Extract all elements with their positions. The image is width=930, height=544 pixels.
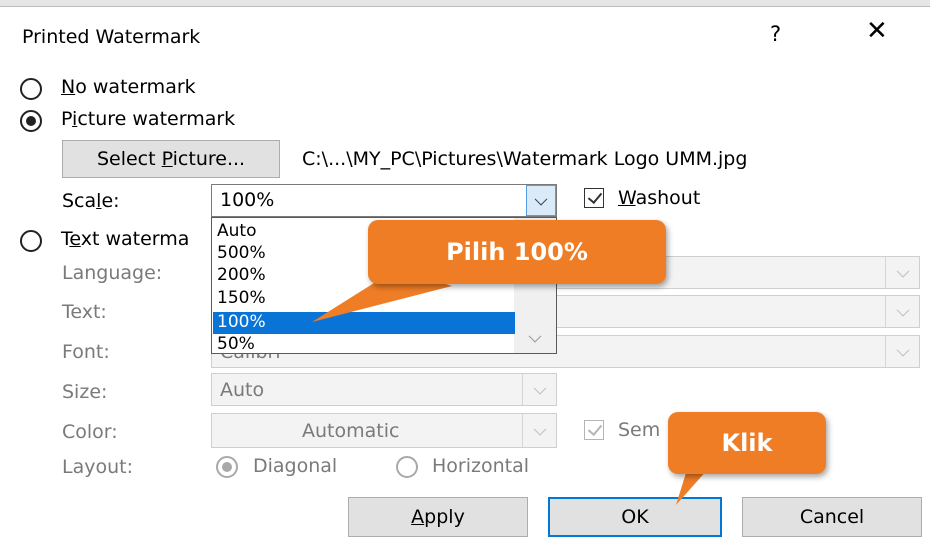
printed-watermark-dialog: Printed Watermark ? ✕ No watermark Pictu…	[0, 0, 930, 544]
callout-klik: Klik	[668, 412, 826, 474]
callout-pilih-100: Pilih 100%	[368, 220, 666, 284]
